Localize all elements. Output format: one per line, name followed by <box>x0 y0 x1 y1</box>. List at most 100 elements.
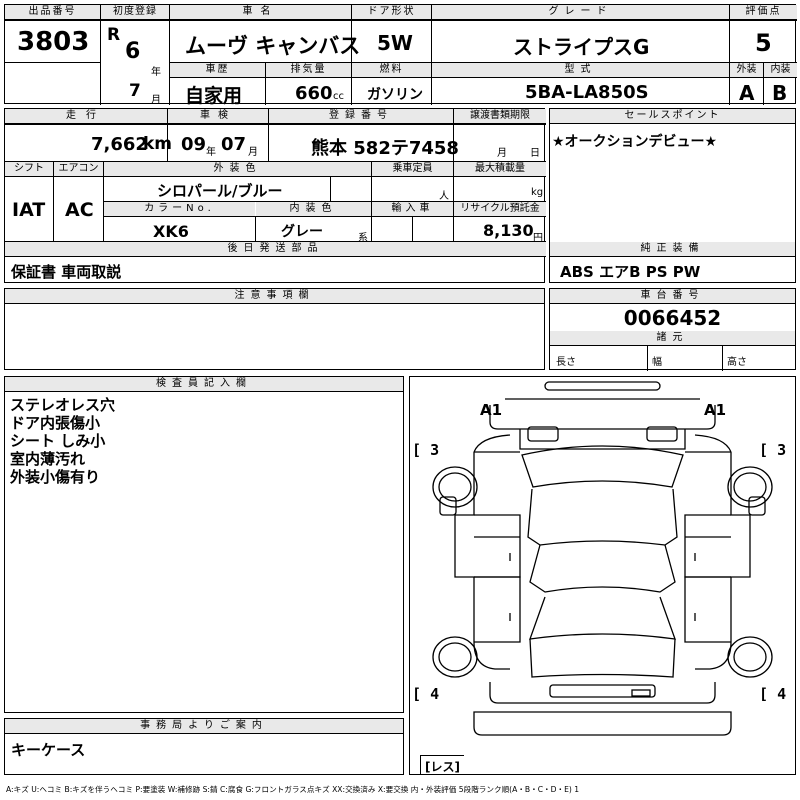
aircon: AC <box>65 199 94 221</box>
length-label: 長さ <box>556 357 576 368</box>
chassis-box: 車台番号 0066452 諸元 長さ 幅 高さ <box>549 288 796 371</box>
mileage: 7,662 <box>91 134 148 155</box>
exterior-color: シロパール/ブルー <box>157 182 283 200</box>
inspection-label: 車検 <box>168 109 268 124</box>
inspector-note: 外装小傷有り <box>10 468 101 486</box>
era-letter: R <box>107 25 121 45</box>
inspector-note: ステレオレス穴 <box>10 396 116 414</box>
import-label: 輸入車 <box>372 202 453 217</box>
interior-label: 内装 <box>764 63 797 78</box>
interior-color: グレー <box>281 224 323 240</box>
score-label: 評価点 <box>730 5 797 20</box>
genuine-equipment-label: 純正装備 <box>550 242 795 257</box>
registration-month: 7 <box>129 81 141 101</box>
tire-tag-value: 3 <box>430 441 440 459</box>
history-label: 車歴 <box>170 63 265 78</box>
color-number-label: カラーNo. <box>104 202 255 217</box>
damage-a1-left: A1 <box>480 401 503 419</box>
tire-tag-value: 4 <box>777 685 787 703</box>
displacement-label: 排気量 <box>266 63 351 78</box>
inspection-year: 09 <box>181 134 207 155</box>
max-load-unit: kg <box>531 187 544 198</box>
interior-color-label: 内装色 <box>256 202 371 217</box>
door-type: 5W <box>377 31 413 55</box>
car-outline-diagram <box>432 381 773 736</box>
shift-label: シフト <box>5 162 53 177</box>
legend: A:キズ U:ヘコミ B:キズを伴うヘコミ P:要塗装 W:補修跡 S:錆 C:… <box>6 785 580 794</box>
grade-label: グレード <box>432 5 729 20</box>
width-label: 幅 <box>652 357 662 368</box>
office-label: 事務局よりご案内 <box>5 719 403 734</box>
office-box: 事務局よりご案内 キーケース <box>4 718 404 775</box>
displacement: 660 <box>295 83 333 104</box>
door-type-label: ドア形状 <box>352 5 431 20</box>
vehicle-detail-block: 走行 車検 登録番号 譲渡書類期限 7,662 km 09 年 07 月 熊本 … <box>4 108 546 283</box>
aircon-label: エアコン <box>54 162 103 177</box>
inspector-box: 検査員記入欄 ステレオレス穴 ドア内張傷小 シート しみ小 室内薄汚れ 外装小傷… <box>4 376 404 713</box>
color-number: XK6 <box>153 222 189 241</box>
registration-year: 6 <box>125 39 141 64</box>
car-name-label: 車名 <box>170 5 351 20</box>
transfer-month-unit: 月 <box>497 148 507 159</box>
max-load-label: 最大積載量 <box>454 162 546 177</box>
sales-point-label: セールスポイント <box>550 109 795 124</box>
chassis-label: 車台番号 <box>550 289 795 304</box>
mileage-label: 走行 <box>5 109 167 124</box>
fuel: ガソリン <box>367 87 423 103</box>
fuel-label: 燃料 <box>352 63 431 78</box>
inspector-note: 室内薄汚れ <box>10 450 86 468</box>
sales-point-text: ★オークションデビュー★ <box>552 134 718 150</box>
inspection-month: 07 <box>221 134 247 155</box>
model: 5BA-LA850S <box>525 82 649 103</box>
tire-tag-rear-left: [ 4 <box>412 685 440 703</box>
exterior-color-label: 外装色 <box>104 162 371 177</box>
plate-label: 登録番号 <box>269 109 453 124</box>
sales-point-box: セールスポイント ★オークションデビュー★ 純正装備 ABS エアB PS PW <box>549 108 796 283</box>
lot-number-label: 出品番号 <box>5 5 100 20</box>
height-label: 高さ <box>727 357 747 368</box>
notes-label: 注意事項欄 <box>5 289 544 304</box>
spare-tire-tag: [レス] <box>420 755 464 775</box>
spec-label: 諸元 <box>550 331 795 346</box>
inspector-note: シート しみ小 <box>10 432 106 450</box>
tire-tag-rear-right: [ 4 <box>759 685 787 703</box>
tire-tag-front-right: [ 3 <box>759 441 787 459</box>
inspection-month-unit: 月 <box>248 147 258 158</box>
notes-box: 注意事項欄 <box>4 288 545 370</box>
transfer-day-unit: 日 <box>530 148 540 159</box>
tire-tag-value: 4 <box>430 685 440 703</box>
mileage-unit: km <box>143 134 173 154</box>
history: 自家用 <box>185 85 243 107</box>
first-registration-label: 初度登録 <box>101 5 169 20</box>
transfer-deadline-label: 譲渡書類期限 <box>454 109 546 124</box>
plate-number: 熊本 582テ7458 <box>311 138 459 159</box>
tire-tag-value: 3 <box>777 441 787 459</box>
capacity-unit: 人 <box>439 191 449 202</box>
later-parts: 保証書 車両取説 <box>11 263 122 281</box>
model-label: 型式 <box>432 63 729 78</box>
spare-tire-value: レス <box>430 760 455 774</box>
car-name: ムーヴ キャンバス <box>185 34 361 58</box>
interior-grade: B <box>772 81 788 105</box>
exterior-label: 外装 <box>730 63 763 78</box>
inspector-notes: ステレオレス穴 ドア内張傷小 シート しみ小 室内薄汚れ 外装小傷有り <box>10 396 115 486</box>
inspector-note: ドア内張傷小 <box>10 414 101 432</box>
score: 5 <box>755 29 772 57</box>
shift: IAT <box>12 199 46 221</box>
grade: ストライプスG <box>513 35 650 59</box>
genuine-equipment: ABS エアB PS PW <box>560 263 701 281</box>
lot-number: 3803 <box>17 27 90 57</box>
damage-diagram: A1 A1 [ 3 [ 3 [ 4 [ 4 [レス] <box>409 376 796 775</box>
month-unit: 月 <box>151 95 161 106</box>
chassis-number: 0066452 <box>623 306 722 330</box>
damage-a1-right: A1 <box>704 401 727 419</box>
inspector-label: 検査員記入欄 <box>5 377 403 392</box>
exterior-grade: A <box>739 81 755 105</box>
capacity-label: 乗車定員 <box>372 162 453 177</box>
inspection-year-unit: 年 <box>206 147 216 158</box>
later-parts-label: 後日発送部品 <box>5 242 546 257</box>
displacement-unit: cc <box>333 91 344 102</box>
vehicle-info-header: 出品番号 初度登録 車名 ドア形状 グレード 評価点 車歴 排気量 燃料 型式 … <box>4 4 797 107</box>
office-text: キーケース <box>11 741 86 759</box>
tire-tag-front-left: [ 3 <box>412 441 440 459</box>
